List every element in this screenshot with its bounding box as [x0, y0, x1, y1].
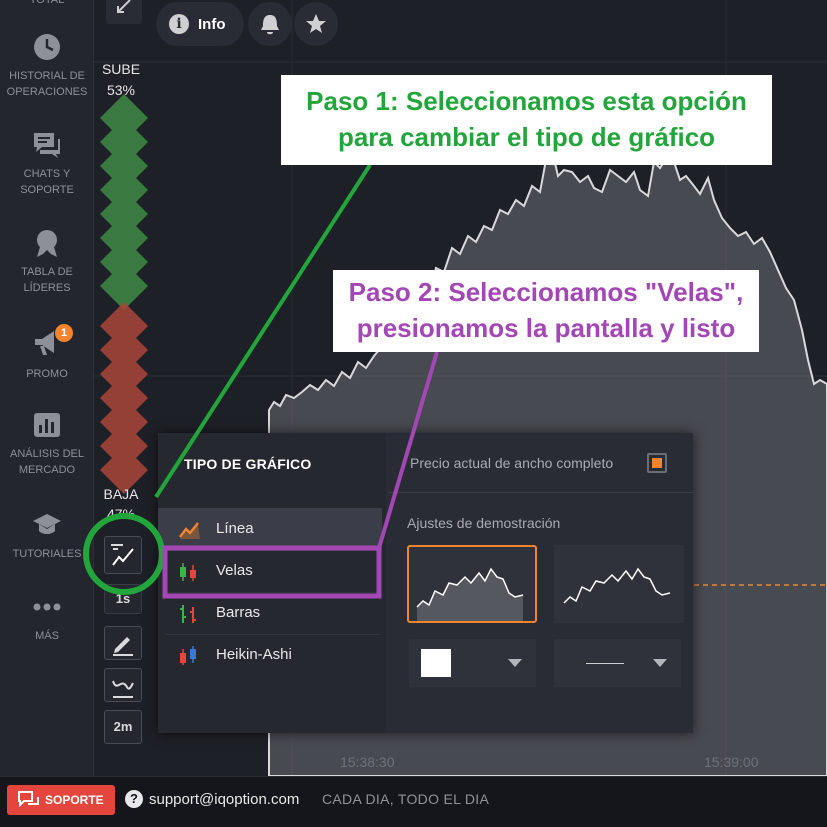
- nav-leaderboard[interactable]: TABLA DE LÍDERES: [0, 228, 94, 296]
- line-style-preview: [586, 663, 624, 664]
- chart-type-line[interactable]: Línea: [158, 508, 382, 550]
- promo-badge: 1: [55, 324, 73, 342]
- full-width-price-checkbox[interactable]: [647, 453, 667, 473]
- chart-type-bars[interactable]: Barras: [158, 592, 382, 634]
- nav-more-label: MÁS: [35, 630, 59, 642]
- nav-tutorials[interactable]: TUTORIALES: [0, 510, 94, 562]
- nav-promo-label: PROMO: [26, 368, 68, 380]
- nav-leaderboard-label: TABLA DE LÍDERES: [21, 266, 73, 294]
- up-label: SUBE: [101, 61, 141, 77]
- chart-type-heikin-ashi[interactable]: Heikin-Ashi: [158, 634, 382, 676]
- nav-chat-support[interactable]: CHATS Y SOPORTE: [0, 130, 94, 198]
- line-chart-icon: [179, 522, 200, 539]
- indicators-button[interactable]: [104, 668, 142, 702]
- chart-line-icon: [111, 544, 134, 566]
- line-style-select[interactable]: [554, 639, 681, 687]
- drawing-tools-button[interactable]: [104, 626, 142, 660]
- ohlc-bars-icon: [180, 605, 196, 623]
- nav-tutorials-label: TUTORIALES: [12, 548, 82, 560]
- down-percentage: 47%: [106, 506, 136, 522]
- pencil-icon: [113, 637, 133, 656]
- collapse-arrows-icon: [117, 0, 131, 13]
- collapse-button[interactable]: [106, 0, 142, 24]
- timeframe-2m-button[interactable]: 2m: [104, 710, 142, 744]
- demo-area-style[interactable]: [407, 545, 537, 623]
- full-width-price-label: Precio actual de ancho completo: [410, 455, 614, 471]
- chat-icon: [34, 133, 60, 158]
- chevron-down-icon: [508, 659, 522, 667]
- demo-settings-label: Ajustes de demostración: [407, 515, 561, 531]
- step1-line1: Paso 1: Seleccionamos esta opción: [306, 86, 747, 116]
- nav-market-analysis-label: ANÁLISIS DEL MERCADO: [10, 448, 84, 476]
- time-axis-label-1: 15:38:30: [340, 754, 395, 770]
- chart-type-bars-label: Barras: [216, 604, 261, 621]
- demo-line-style[interactable]: [554, 545, 684, 623]
- nav-market-analysis[interactable]: ANÁLISIS DEL MERCADO: [0, 410, 94, 478]
- timeframe-1s-button[interactable]: 1s: [104, 584, 142, 614]
- nav-chat-support-label: CHATS Y SOPORTE: [20, 168, 74, 196]
- step2-line1: Paso 2: Seleccionamos "Velas",: [348, 277, 744, 307]
- nav-trade-history[interactable]: HISTORIAL DE OPERACIONES: [0, 32, 94, 100]
- down-label: BAJA: [103, 486, 139, 502]
- chart-type-candles-label: Velas: [216, 562, 253, 579]
- favorites-button[interactable]: [294, 2, 338, 46]
- award-icon: [37, 230, 57, 257]
- step2-annotation: Paso 2: Seleccionamos "Velas", presionam…: [333, 270, 759, 352]
- time-axis-label-2: 15:39:00: [704, 754, 759, 770]
- star-icon: [306, 14, 326, 33]
- color-select[interactable]: [409, 639, 536, 687]
- left-sidebar: TOTAL HISTORIAL DE OPERACIONES CHATS Y S…: [0, 0, 94, 776]
- line-preview-icon: [563, 567, 671, 604]
- chart-type-button[interactable]: [104, 536, 142, 574]
- app-root: SUBE 53% BAJA 47% i Info TOTAL HISTORIAL…: [0, 0, 827, 827]
- support-button[interactable]: SOPORTE: [7, 785, 115, 815]
- candles-icon: [180, 563, 196, 581]
- support-button-label: SOPORTE: [45, 793, 104, 807]
- chevron-down-icon: [653, 659, 667, 667]
- bell-icon: [261, 15, 279, 35]
- footer-bar: SOPORTE ? support@iqoption.com CADA DIA,…: [0, 776, 827, 827]
- wave-indicator-icon: [112, 680, 134, 698]
- chart-type-list: TIPO DE GRÁFICO Línea Velas Barras Heiki…: [158, 433, 386, 733]
- area-preview-icon: [416, 567, 524, 621]
- graduation-cap-icon: [33, 514, 61, 534]
- chat-bubbles-icon: [18, 791, 39, 808]
- step2-line2: presionamos la pantalla y listo: [356, 313, 736, 343]
- nav-trade-history-label: HISTORIAL DE OPERACIONES: [6, 70, 88, 98]
- clock-icon: [34, 34, 60, 60]
- nav-more[interactable]: MÁS: [0, 592, 94, 644]
- chart-type-line-label: Línea: [216, 520, 254, 537]
- panel-title: TIPO DE GRÁFICO: [184, 456, 312, 472]
- chart-type-heikin-ashi-label: Heikin-Ashi: [216, 646, 292, 663]
- chart-type-panel: TIPO DE GRÁFICO Línea Velas Barras Heiki…: [158, 433, 693, 733]
- notifications-button[interactable]: [248, 2, 292, 46]
- info-button[interactable]: i Info: [156, 2, 244, 46]
- color-swatch: [421, 649, 451, 677]
- chart-type-candles[interactable]: Velas: [158, 550, 382, 592]
- step1-annotation: Paso 1: Seleccionamos esta opción para c…: [281, 75, 772, 165]
- step1-line2: para cambiar el tipo de gráfico: [337, 122, 716, 152]
- help-icon: ?: [125, 790, 143, 808]
- nav-total-label: TOTAL: [29, 0, 65, 6]
- support-email[interactable]: support@iqoption.com: [149, 791, 299, 808]
- bar-chart-icon: [34, 413, 60, 437]
- info-label: Info: [198, 16, 226, 33]
- heikin-ashi-icon: [180, 646, 196, 665]
- more-dots-icon: [33, 603, 61, 611]
- up-percentage: 53%: [106, 82, 136, 98]
- nav-promo[interactable]: 1 PROMO: [0, 324, 94, 382]
- support-hours: CADA DIA, TODO EL DIA: [322, 791, 490, 807]
- info-icon: i: [169, 14, 189, 34]
